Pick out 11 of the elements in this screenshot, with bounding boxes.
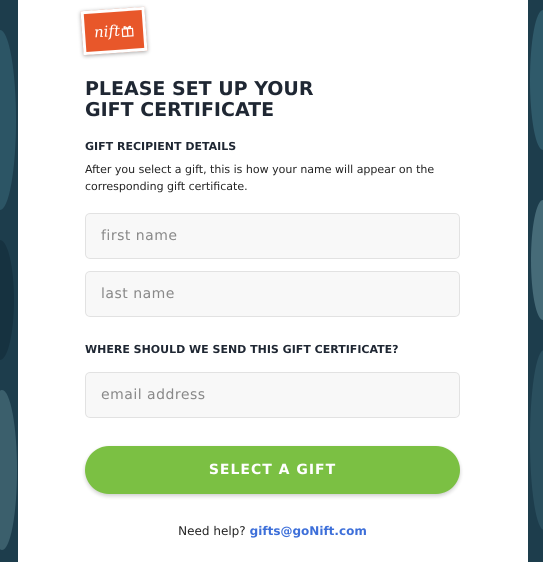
email-link[interactable]: gifts@goNift.com	[250, 524, 367, 538]
input-field[interactable]: last name	[85, 271, 460, 317]
description: After you select a gift, this is how your name will appear on the corresponding gift certificate.	[85, 162, 436, 195]
input-field[interactable]: first name	[85, 213, 460, 259]
section-title: WHERE SHOULD WE SEND THIS GIFT CERTIFICATE?	[85, 343, 399, 356]
logo: nift	[80, 6, 148, 56]
page-heading: PLEASE SET UP YOUR GIFT CERTIFICATE	[85, 79, 314, 121]
help-text: Need help?	[178, 524, 246, 538]
gift-icon	[120, 23, 134, 37]
input-field[interactable]: email address	[85, 372, 460, 418]
section-title: GIFT RECIPIENT DETAILS	[85, 140, 236, 153]
